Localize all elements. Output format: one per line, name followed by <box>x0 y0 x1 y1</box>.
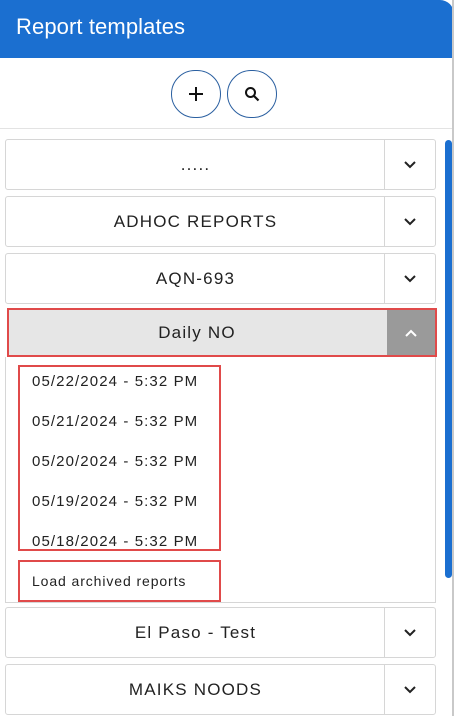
chevron-down-icon <box>404 160 416 168</box>
group-label[interactable]: ADHOC REPORTS <box>6 197 385 246</box>
header-bar: Report templates <box>0 0 454 58</box>
expand-toggle[interactable] <box>384 608 435 657</box>
group-item-expanded[interactable]: Daily NO <box>7 308 437 357</box>
group-item[interactable]: ADHOC REPORTS <box>5 196 436 247</box>
group-item[interactable]: AQN-693 <box>5 253 436 304</box>
add-template-button[interactable] <box>171 70 221 118</box>
report-date-link[interactable]: 05/18/2024 - 5:32 PM <box>32 533 198 550</box>
report-date-link[interactable]: 05/20/2024 - 5:32 PM <box>32 453 198 470</box>
group-label[interactable]: AQN-693 <box>6 254 385 303</box>
load-archived-reports-link[interactable]: Load archived reports <box>32 573 186 589</box>
expand-toggle[interactable] <box>384 197 435 246</box>
expand-toggle[interactable] <box>384 140 435 189</box>
group-label[interactable]: El Paso - Test <box>6 608 385 657</box>
group-label[interactable]: Daily NO <box>9 310 385 355</box>
group-item[interactable]: ..... <box>5 139 436 190</box>
group-label[interactable]: ..... <box>6 140 385 189</box>
search-button[interactable] <box>227 70 277 118</box>
report-date-link[interactable]: 05/21/2024 - 5:32 PM <box>32 413 198 430</box>
chevron-down-icon <box>404 628 416 636</box>
chevron-down-icon <box>404 217 416 225</box>
search-icon <box>245 87 260 102</box>
group-item[interactable]: MAIKS NOODS <box>5 664 436 715</box>
chevron-up-icon <box>405 329 417 337</box>
scrollbar-thumb[interactable] <box>445 140 452 578</box>
page-title: Report templates <box>16 14 186 39</box>
report-date-link[interactable]: 05/22/2024 - 5:32 PM <box>32 373 198 390</box>
chevron-down-icon <box>404 685 416 693</box>
group-item[interactable]: El Paso - Test <box>5 607 436 658</box>
report-date-link[interactable]: 05/19/2024 - 5:32 PM <box>32 493 198 510</box>
chevron-down-icon <box>404 274 416 282</box>
group-label[interactable]: MAIKS NOODS <box>6 665 385 714</box>
toolbar <box>0 58 452 129</box>
expand-toggle[interactable] <box>384 254 435 303</box>
plus-icon <box>189 87 203 101</box>
expand-toggle[interactable] <box>384 665 435 714</box>
collapse-toggle[interactable] <box>387 310 435 355</box>
